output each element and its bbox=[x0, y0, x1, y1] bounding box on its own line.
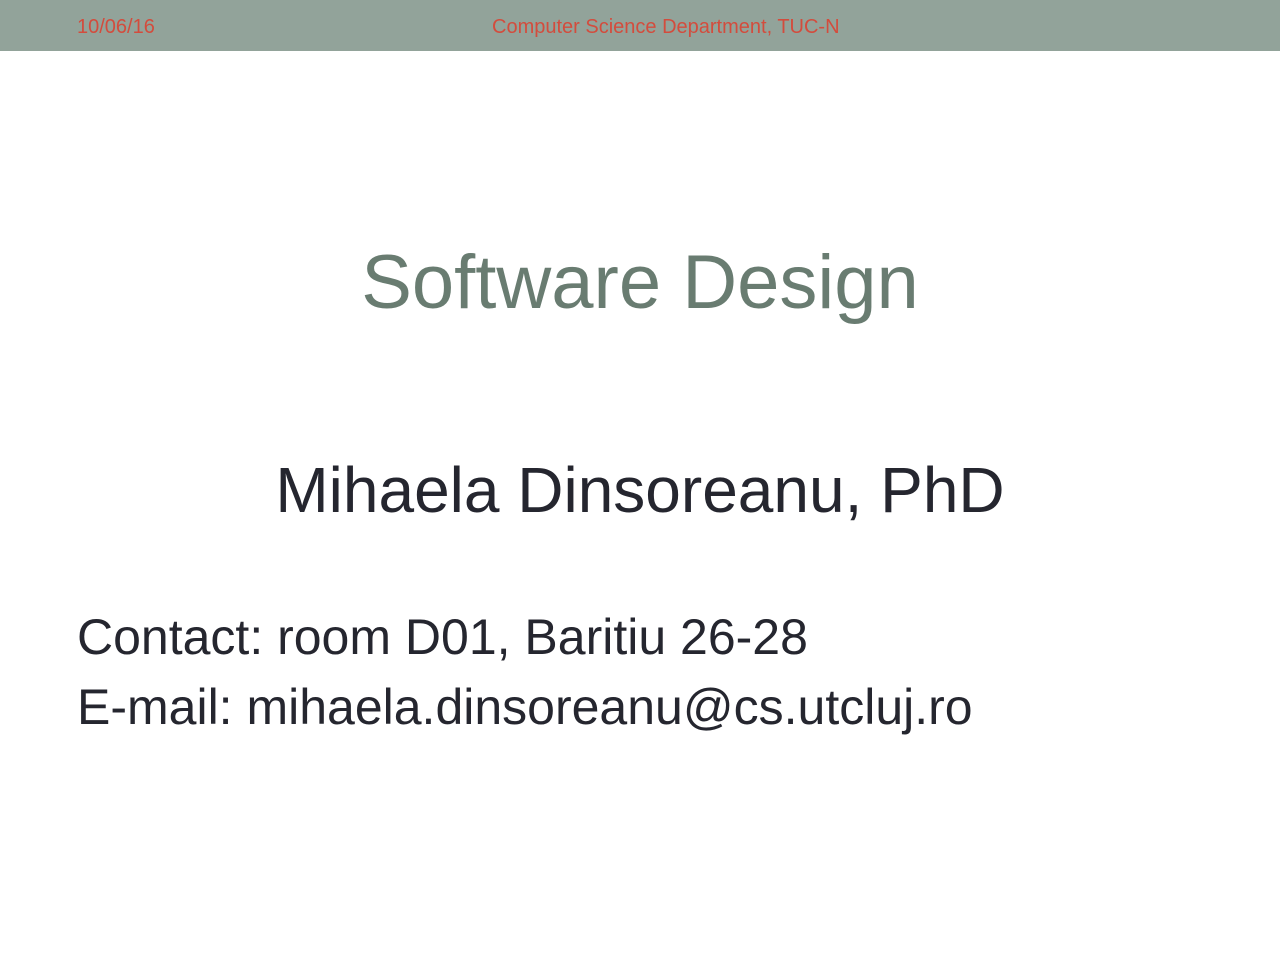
header-department: Computer Science Department, TUC-N bbox=[492, 16, 840, 38]
slide-title: Software Design bbox=[361, 240, 919, 325]
contact-room: Contact: room D01, Baritiu 26-28 bbox=[77, 609, 808, 665]
author-name: Mihaela Dinsoreanu, PhD bbox=[275, 454, 1005, 526]
contact-email: E-mail: mihaela.dinsoreanu@cs.utcluj.ro bbox=[77, 679, 973, 735]
slide: 10/06/16 Computer Science Department, TU… bbox=[0, 0, 1280, 960]
header-bar: 10/06/16 Computer Science Department, TU… bbox=[0, 0, 1280, 51]
header-date: 10/06/16 bbox=[77, 16, 155, 38]
